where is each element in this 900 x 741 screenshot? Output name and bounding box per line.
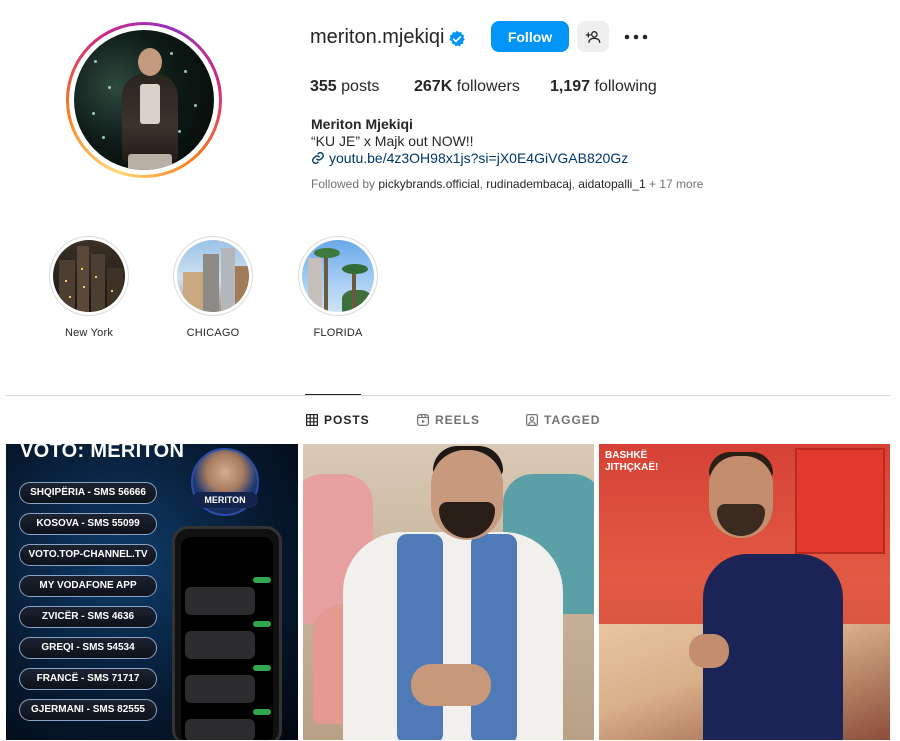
tab-posts[interactable]: POSTS bbox=[306, 413, 370, 427]
post-thumbnail-blue-vest-photo[interactable] bbox=[303, 444, 594, 740]
tab-reels[interactable]: REELS bbox=[417, 413, 480, 427]
profile-avatar bbox=[74, 30, 214, 170]
sms-vote-pill: VOTO.TOP-CHANNEL.TV bbox=[19, 544, 157, 566]
tab-label: POSTS bbox=[324, 413, 370, 427]
tab-label: REELS bbox=[435, 413, 481, 427]
posts-count-stat: 355 posts bbox=[310, 78, 414, 96]
post-graphic-badge: MERITON bbox=[192, 492, 258, 508]
following-count-link[interactable]: 1,197 following bbox=[550, 78, 657, 96]
followed-by-account[interactable]: aidatopalli_1 bbox=[578, 177, 645, 191]
post-graphic-phone bbox=[172, 526, 282, 740]
following-count: 1,197 bbox=[550, 78, 591, 95]
bio-link-text: youtu.be/4z3OH98x1js?si=jX0E4GiVGAB820Gz bbox=[329, 150, 629, 166]
post-thumbnail-red-room-photo[interactable]: BASHKË JITHÇKAË! bbox=[599, 444, 890, 740]
highlight-cover-image bbox=[53, 240, 125, 312]
sms-vote-pill: MY VODAFONE APP bbox=[19, 575, 157, 597]
highlight-florida[interactable]: FLORIDA bbox=[298, 236, 378, 339]
followed-by-suffix: + 17 more bbox=[645, 177, 704, 191]
active-tab-indicator bbox=[305, 394, 361, 395]
profile-bio: “KU JE” x Majk out NOW!! bbox=[311, 133, 474, 149]
tab-tagged[interactable]: TAGGED bbox=[526, 413, 600, 427]
sms-vote-pill: FRANCË - SMS 71717 bbox=[19, 668, 157, 690]
post-door bbox=[795, 448, 885, 554]
link-icon bbox=[312, 152, 324, 164]
followed-by-account[interactable]: pickybrands.official bbox=[378, 177, 479, 191]
suggested-accounts-button[interactable] bbox=[577, 21, 609, 52]
post-graphic-title: VOTO: MERITON bbox=[20, 444, 185, 462]
reels-icon bbox=[417, 414, 429, 426]
highlight-ring bbox=[298, 236, 378, 316]
profile-username: meriton.mjekiqi bbox=[310, 26, 445, 48]
profile-bio-link[interactable]: youtu.be/4z3OH98x1js?si=jX0E4GiVGAB820Gz bbox=[311, 150, 628, 166]
highlight-ring bbox=[49, 236, 129, 316]
sms-vote-pill: GREQI - SMS 54534 bbox=[19, 637, 157, 659]
verified-badge-icon bbox=[449, 30, 465, 47]
highlight-label: CHICAGO bbox=[186, 327, 240, 339]
sms-vote-pill: GJERMANI - SMS 82555 bbox=[19, 699, 157, 721]
followers-count-link[interactable]: 267K followers bbox=[414, 78, 550, 96]
highlight-cover-image bbox=[177, 240, 249, 312]
post-thumbnail-voting-graphic[interactable]: VOTO: MERITON MERITON SHQIPËRIA - SMS 56… bbox=[6, 444, 298, 740]
posts-count: 355 bbox=[310, 78, 337, 95]
highlight-ring bbox=[173, 236, 253, 316]
highlight-cover-image bbox=[302, 240, 374, 312]
grid-icon bbox=[306, 414, 318, 426]
post-wall-text: BASHKË JITHÇKAË! bbox=[605, 450, 659, 473]
add-user-icon bbox=[585, 30, 601, 43]
follow-button[interactable]: Follow bbox=[491, 21, 569, 52]
profile-stats: 355 posts 267K followers 1,197 following bbox=[310, 78, 657, 96]
avatar-gap bbox=[69, 25, 219, 175]
followed-by-account[interactable]: rudinadembacaj bbox=[486, 177, 571, 191]
following-label: following bbox=[590, 78, 657, 95]
sms-vote-pill: KOSOVA - SMS 55099 bbox=[19, 513, 157, 535]
highlight-label: New York bbox=[64, 327, 114, 339]
more-options-button[interactable] bbox=[620, 24, 652, 50]
sms-vote-pill: ZVICËR - SMS 4636 bbox=[19, 606, 157, 628]
highlight-label: FLORIDA bbox=[313, 327, 363, 339]
profile-avatar-story-ring[interactable] bbox=[66, 22, 222, 178]
posts-label: posts bbox=[336, 78, 380, 95]
tab-label: TAGGED bbox=[544, 413, 601, 427]
more-options-icon bbox=[624, 34, 648, 40]
followed-by-prefix: Followed by bbox=[311, 177, 379, 191]
followed-by-text[interactable]: Followed by pickybrands.official, rudina… bbox=[311, 177, 703, 191]
tagged-icon bbox=[526, 414, 538, 426]
profile-full-name: Meriton Mjekiqi bbox=[311, 116, 413, 132]
followers-count: 267K bbox=[414, 78, 453, 95]
followers-label: followers bbox=[452, 78, 520, 95]
highlight-chicago[interactable]: CHICAGO bbox=[173, 236, 253, 339]
tabs-divider bbox=[6, 395, 890, 396]
sms-vote-pill: SHQIPËRIA - SMS 56666 bbox=[19, 482, 157, 504]
highlight-new-york[interactable]: New York bbox=[49, 236, 129, 339]
